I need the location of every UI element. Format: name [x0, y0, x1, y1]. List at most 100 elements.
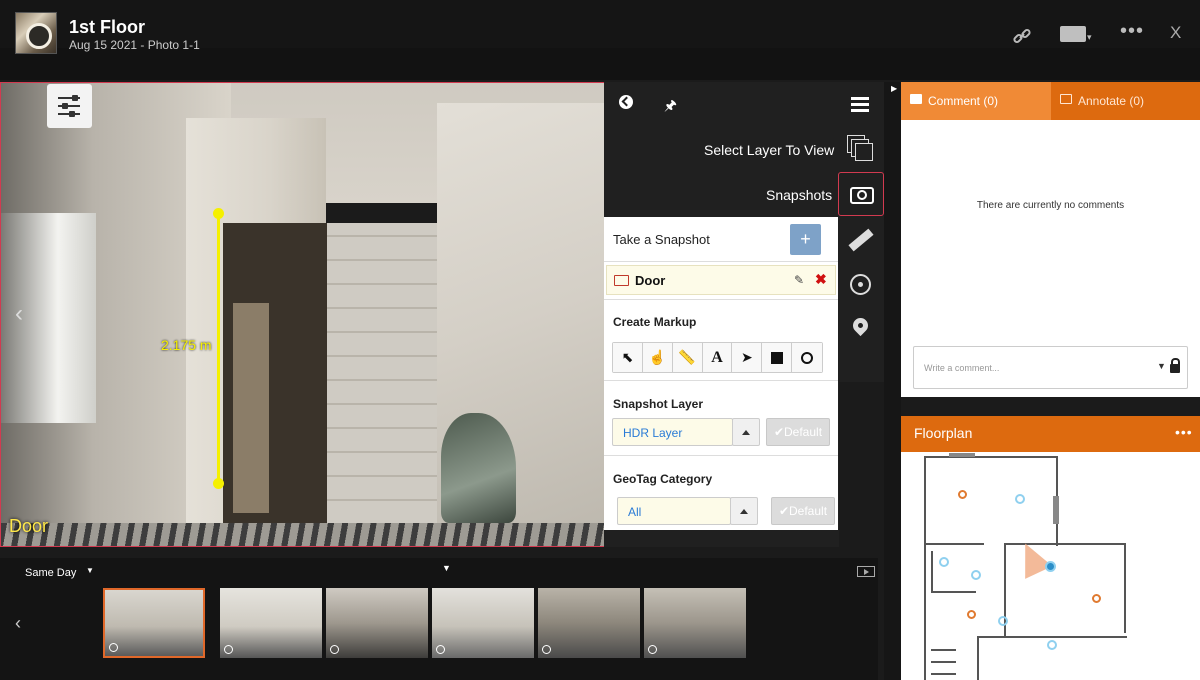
lock-icon[interactable] [1170, 358, 1180, 373]
floorplan-wall [977, 636, 1127, 638]
ruler-tool-button[interactable]: 📏 [672, 343, 703, 372]
rectangle-tool-button[interactable] [762, 343, 793, 372]
divider [604, 380, 838, 381]
comment-input[interactable]: Write a comment... ▼ [913, 346, 1188, 389]
camera-icon[interactable] [838, 172, 884, 216]
geotag-category-select[interactable]: All [617, 497, 731, 525]
photo-marker[interactable] [1015, 494, 1025, 504]
photo-thumbnail[interactable] [103, 588, 205, 658]
measurement-handle-bottom[interactable] [213, 478, 224, 489]
play-video-icon[interactable] [857, 566, 875, 577]
edit-icon[interactable]: ✎ [794, 273, 804, 287]
geotag-marker[interactable] [1092, 594, 1101, 603]
geotag-marker[interactable] [958, 490, 967, 499]
floorplan-wall [931, 591, 976, 593]
panel-collapse-strip[interactable] [884, 82, 901, 680]
chevron-left-icon[interactable]: ‹ [15, 613, 21, 634]
photo-thumbnail[interactable] [538, 588, 640, 658]
chevron-right-icon[interactable]: ▶ [891, 84, 897, 93]
snapshot-layer-select[interactable]: HDR Layer [612, 418, 733, 446]
viewer-caption: Door [9, 516, 49, 536]
tab-comment[interactable]: Comment (0) [901, 82, 1051, 120]
divider [604, 299, 838, 300]
floorplan-wall [924, 543, 984, 545]
layers-icon[interactable] [847, 135, 873, 161]
text-tool-button[interactable]: A [702, 343, 733, 372]
app-window: 1st Floor Aug 15 2021 - Photo 1-1 ▾ ••• … [0, 0, 1200, 680]
target-icon[interactable] [850, 274, 871, 295]
pin-icon[interactable]: 🖈 [664, 95, 677, 119]
photo-marker[interactable] [1047, 640, 1057, 650]
project-thumbnail[interactable] [15, 12, 57, 54]
page-subtitle: Aug 15 2021 - Photo 1-1 [69, 38, 200, 52]
photo-marker[interactable] [939, 557, 949, 567]
photo-thumbnail[interactable] [644, 588, 746, 658]
geotag-category-label: GeoTag Category [613, 472, 713, 486]
measurement-line[interactable] [217, 214, 220, 486]
hamburger-menu-icon[interactable] [851, 97, 869, 112]
tab-comment-label: Comment (0) [928, 94, 999, 108]
panorama-icon [109, 643, 118, 652]
snapshot-layer-caret[interactable] [732, 418, 760, 446]
snapshots-label[interactable]: Snapshots [766, 187, 832, 203]
camera-lens [857, 190, 867, 200]
floorplan-wall [977, 636, 979, 680]
panorama-icon [542, 645, 551, 654]
photo-thumbnail[interactable] [220, 588, 322, 658]
snapshot-form: Take a Snapshot + Door ✎ ✖ Create Markup… [604, 217, 838, 530]
floorplan-wall [924, 456, 1056, 458]
annotate-icon [1060, 94, 1072, 104]
text-icon: A [711, 348, 723, 366]
markup-toolbar: ⬉ ☝ 📏 A ➤ [612, 342, 823, 373]
comment-icon [910, 94, 922, 104]
chevron-down-icon[interactable]: ▾ [1087, 32, 1092, 43]
arrow-tool-button[interactable]: ➤ [732, 343, 763, 372]
photo-thumbnail[interactable] [432, 588, 534, 658]
delete-icon[interactable]: ✖ [815, 271, 827, 288]
circle-tool-button[interactable] [792, 343, 823, 372]
select-tool-button[interactable]: ⬉ [613, 343, 643, 372]
page-title: 1st Floor [69, 17, 146, 37]
photo-thumbnail[interactable] [326, 588, 428, 658]
more-options-icon[interactable]: ••• [1120, 20, 1144, 43]
geotag-default-button[interactable]: ✔Default [771, 497, 835, 525]
chevron-down-icon[interactable]: ▼ [442, 563, 451, 573]
snapshot-item-label: Door [635, 273, 666, 288]
comments-panel: Comment (0) Annotate (0) There are curre… [901, 82, 1200, 397]
add-snapshot-button[interactable]: + [790, 224, 821, 255]
more-options-icon[interactable]: ••• [1175, 424, 1193, 440]
select-layer-label[interactable]: Select Layer To View [704, 142, 834, 158]
take-snapshot-row: Take a Snapshot + [604, 217, 838, 262]
cursor-icon: ☝ [648, 349, 666, 365]
floorplan-header: Floorplan ••• [901, 416, 1200, 452]
chevron-left-icon[interactable]: ‹ [15, 300, 23, 328]
pointer-tool-button[interactable]: ☝ [642, 343, 673, 372]
back-circle-icon[interactable] [619, 95, 633, 109]
date-filter-select[interactable]: Same Day [25, 567, 76, 579]
arrow-icon: ➤ [741, 349, 753, 365]
photo-marker[interactable] [971, 570, 981, 580]
chevron-down-icon[interactable]: ▼ [86, 566, 94, 575]
view-mode-button[interactable] [1060, 26, 1086, 42]
measurement-handle-top[interactable] [213, 208, 224, 219]
link-icon[interactable] [1012, 26, 1032, 46]
photo-marker[interactable] [998, 616, 1008, 626]
snapshot-item[interactable]: Door ✎ ✖ [606, 265, 836, 295]
dashed-cursor-icon: ⬉ [621, 349, 634, 365]
panorama-icon [648, 645, 657, 654]
tab-annotate[interactable]: Annotate (0) [1051, 82, 1200, 120]
layer-default-button[interactable]: ✔Default [766, 418, 830, 446]
floorplan-wall [924, 456, 926, 680]
geotag-category-caret[interactable] [730, 497, 758, 525]
snapshot-layer-label: Snapshot Layer [613, 397, 704, 411]
active-photo-marker[interactable] [1045, 561, 1056, 572]
divider [604, 455, 838, 456]
close-icon[interactable]: X [1170, 23, 1181, 43]
floorplan-wall [931, 661, 956, 663]
floorplan-wall [1124, 543, 1126, 633]
image-icon [614, 275, 629, 286]
view-settings-button[interactable] [47, 84, 92, 128]
geotag-marker[interactable] [967, 610, 976, 619]
create-markup-label: Create Markup [613, 315, 697, 329]
chevron-down-icon[interactable]: ▼ [1157, 361, 1166, 371]
